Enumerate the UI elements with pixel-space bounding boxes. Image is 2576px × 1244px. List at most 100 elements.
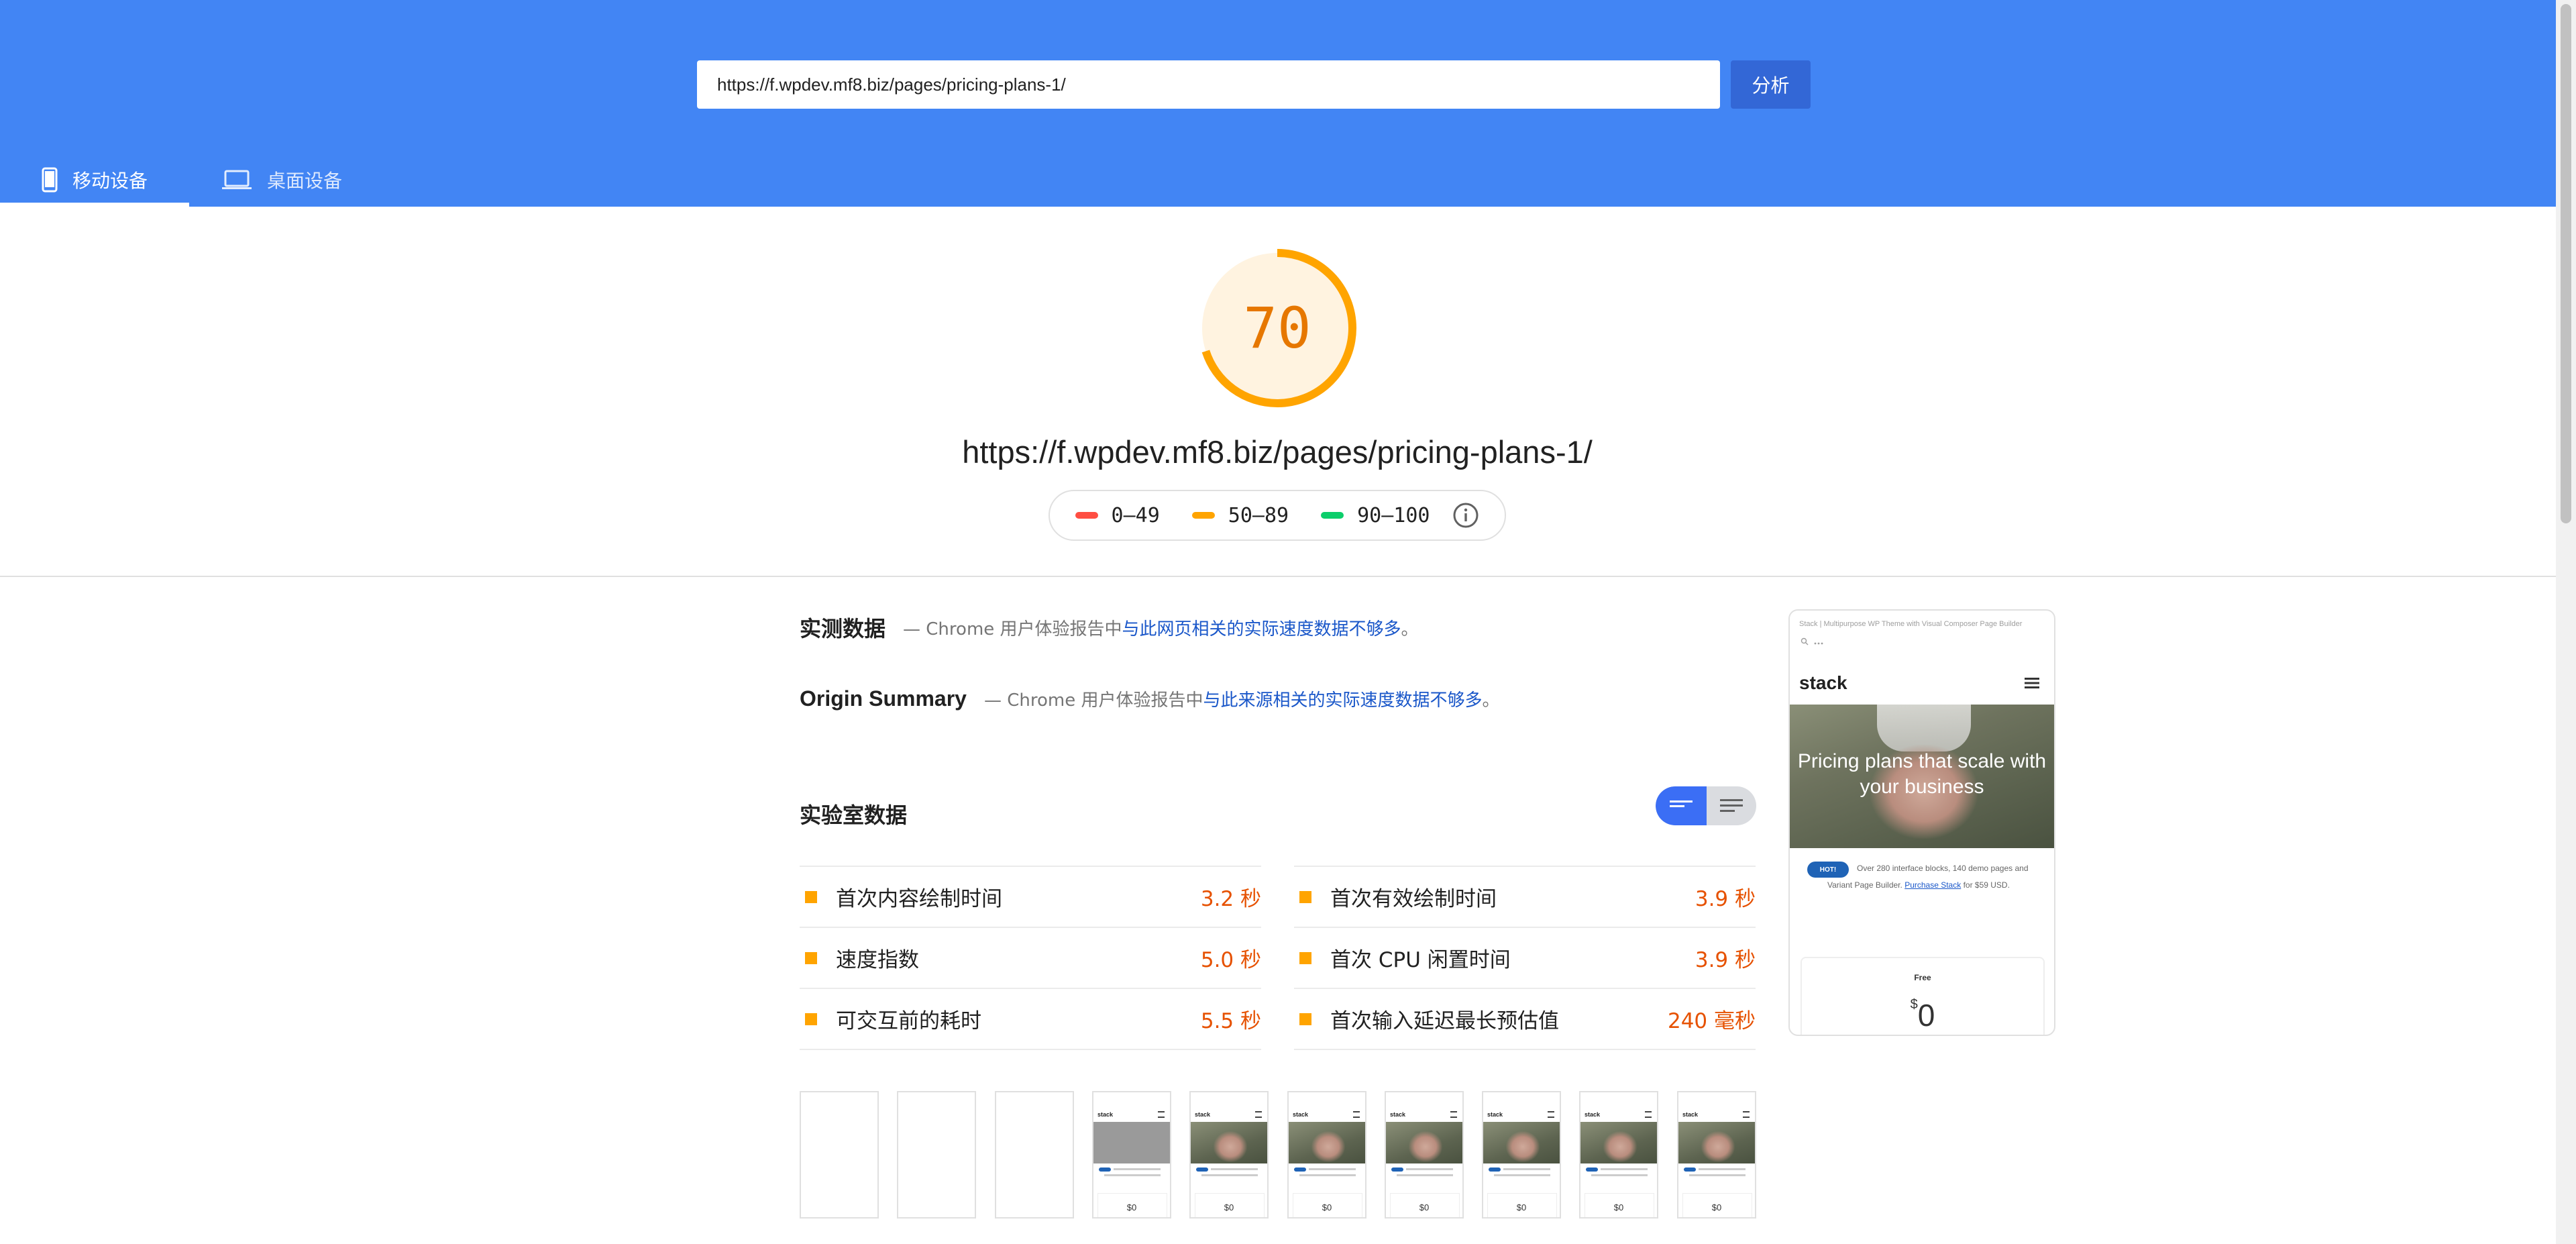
legend-average-swatch [1191, 512, 1215, 519]
preview-price-value: 0 [1917, 998, 1935, 1033]
preview-description-line1: Over 280 interface blocks, 140 demo page… [1857, 864, 2029, 873]
tab-desktop[interactable]: 桌面设备 [221, 153, 362, 207]
frame-hot [1684, 1168, 1696, 1172]
preview-more-icon [1814, 639, 1823, 647]
metric-first-meaningful-paint: 首次有效绘制时间 3.9 秒 [1294, 866, 1756, 927]
preview-hero-image: Pricing plans that scale with your busin… [1790, 705, 2054, 848]
detail-view-icon [1720, 799, 1743, 812]
frame-price: $0 [1711, 1202, 1722, 1212]
analyze-button[interactable]: 分析 [1731, 60, 1811, 109]
metric-label: 首次内容绘制时间 [836, 887, 1002, 911]
origin-summary-desc-suffix: 。 [1482, 690, 1500, 711]
legend-fail-swatch [1075, 512, 1098, 519]
tested-url: https://f.wpdev.mf8.biz/pages/pricing-pl… [962, 434, 1593, 470]
frame-line2 [1689, 1174, 1746, 1176]
frame-price: $0 [1224, 1202, 1234, 1212]
tab-mobile-label: 移动设备 [72, 170, 148, 192]
frame-line [1309, 1168, 1356, 1170]
legend-average: 50–89 [1191, 503, 1289, 527]
filmstrip-frame: stack $0 [1092, 1091, 1171, 1219]
metric-view-toggle[interactable] [1656, 786, 1756, 825]
field-data-description: — Chrome 用户体验报告中与此网页相关的实际速度数据不够多。 [903, 615, 1419, 640]
frame-logo: stack [1487, 1111, 1503, 1118]
metric-value: 240 毫秒 [1667, 1009, 1756, 1033]
lab-metrics-right: 首次有效绘制时间 3.9 秒 首次 CPU 闲置时间 3.9 秒 首次输入延迟最… [1294, 866, 1756, 1050]
metric-label: 首次 CPU 闲置时间 [1330, 948, 1511, 972]
preview-purchase-link: Purchase Stack [1904, 880, 1962, 890]
performance-score: 70 [1243, 295, 1311, 361]
legend-fail-label: 0–49 [1111, 503, 1160, 527]
active-tab-indicator [0, 203, 189, 207]
info-icon[interactable] [1452, 502, 1479, 529]
preview-pricing-card: Free $0 [1801, 957, 2045, 1035]
filmstrip-frame: stack $0 [1385, 1091, 1464, 1219]
frame-line [1503, 1168, 1550, 1170]
filmstrip-frame: stack $0 [1677, 1091, 1756, 1219]
preview-search-icon [1801, 637, 1809, 647]
preview-hero-text: Pricing plans that scale with your busin… [1797, 750, 2047, 798]
frame-hero-hands [1311, 1131, 1345, 1162]
frame-hero-hands [1603, 1131, 1637, 1162]
filmstrip-frame: stack $0 [1579, 1091, 1658, 1219]
lab-data-title: 实验室数据 [800, 802, 908, 828]
field-data-link[interactable]: 与此网页相关的实际速度数据不够多 [1122, 619, 1401, 639]
preview-logo: stack [1799, 672, 1847, 693]
url-input[interactable] [697, 60, 1720, 109]
frame-hot [1294, 1168, 1306, 1172]
field-data-title: 实测数据 [800, 616, 886, 641]
preview-search-bar [1801, 637, 1823, 647]
tab-desktop-label: 桌面设备 [267, 170, 343, 192]
header-bar: 分析 移动设备 桌面设备 [0, 0, 2556, 207]
frame-hero [1386, 1122, 1462, 1163]
frame-hero [1678, 1122, 1755, 1163]
average-square-icon [1299, 890, 1311, 903]
legend-pass: 90–100 [1321, 504, 1430, 527]
metric-value: 5.5 秒 [1200, 1009, 1261, 1033]
average-square-icon [805, 1013, 817, 1025]
field-data-desc-prefix: — Chrome 用户体验报告中 [903, 619, 1122, 639]
frame-hero [1483, 1122, 1560, 1163]
score-legend: 0–49 50–89 90–100 [1049, 490, 1506, 541]
metric-label: 首次有效绘制时间 [1330, 887, 1497, 911]
average-square-icon [1299, 951, 1311, 964]
laptop-icon [221, 169, 252, 191]
metric-label: 可交互前的耗时 [836, 1009, 981, 1033]
frame-hero-hands [1701, 1131, 1735, 1162]
tab-mobile[interactable]: 移动设备 [0, 153, 189, 207]
filmstrip-frame [800, 1091, 879, 1219]
frame-line2 [1397, 1174, 1453, 1176]
filmstrip-frame: stack $0 [1482, 1091, 1561, 1219]
frame-logo: stack [1195, 1111, 1211, 1118]
frame-line2 [1494, 1174, 1550, 1176]
frame-hot [1099, 1168, 1111, 1172]
preview-desc2-prefix: Variant Page Builder. [1827, 880, 1905, 890]
frame-logo: stack [1585, 1111, 1601, 1118]
frame-hero-hands [1214, 1131, 1247, 1162]
scrollbar-thumb[interactable] [2561, 4, 2571, 523]
preview-tab-title: Stack | Multipurpose WP Theme with Visua… [1799, 620, 2023, 628]
origin-summary-link[interactable]: 与此来源相关的实际速度数据不够多 [1203, 690, 1482, 711]
frame-line2 [1591, 1174, 1648, 1176]
metric-first-contentful-paint: 首次内容绘制时间 3.2 秒 [800, 866, 1261, 927]
average-square-icon [805, 890, 817, 903]
frame-logo: stack [1390, 1111, 1406, 1118]
metric-first-cpu-idle: 首次 CPU 闲置时间 3.9 秒 [1294, 927, 1756, 988]
toggle-detail-view[interactable] [1707, 786, 1756, 825]
frame-menu-icon [1255, 1111, 1262, 1118]
preview-plan-price: $0 [1802, 997, 2043, 1033]
legend-average-label: 50–89 [1228, 503, 1289, 527]
metric-max-input-delay: 首次输入延迟最长预估值 240 毫秒 [1294, 988, 1756, 1050]
metric-value: 3.9 秒 [1695, 887, 1756, 911]
field-data-desc-suffix: 。 [1401, 619, 1419, 639]
loading-filmstrip: stack $0 stack $0 stack $0 stack $0 stack $0 stack… [800, 1091, 1757, 1220]
filmstrip-frame: stack $0 [1189, 1091, 1269, 1219]
field-data-section: 实测数据 — Chrome 用户体验报告中与此网页相关的实际速度数据不够多。 [800, 612, 1419, 643]
frame-hot [1391, 1168, 1403, 1172]
metric-value: 3.2 秒 [1200, 887, 1261, 911]
frame-price: $0 [1516, 1202, 1527, 1212]
preview-hot-badge: HOT! [1807, 862, 1849, 878]
frame-line2 [1104, 1174, 1161, 1176]
frame-menu-icon [1158, 1111, 1165, 1118]
toggle-summary-view[interactable] [1656, 786, 1707, 825]
frame-line [1406, 1168, 1453, 1170]
